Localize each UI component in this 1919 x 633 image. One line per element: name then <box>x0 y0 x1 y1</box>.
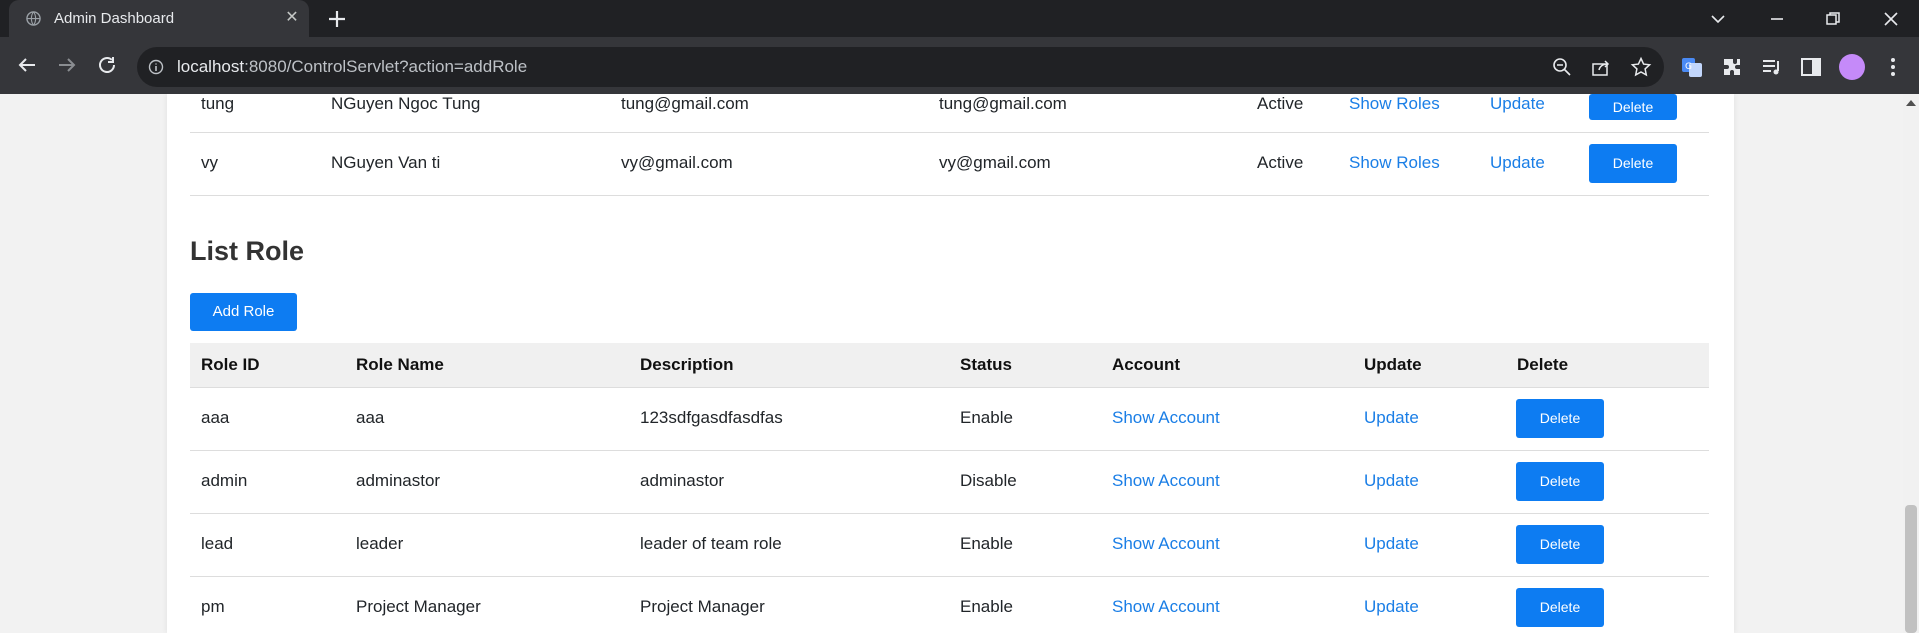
role-table-header: Role ID Role Name Description Status Acc… <box>190 343 1709 388</box>
forward-icon[interactable] <box>53 51 81 79</box>
role-status: Enable <box>960 597 1013 616</box>
update-link[interactable]: Update <box>1364 408 1419 428</box>
delete-button[interactable]: Delete <box>1516 525 1604 564</box>
star-icon[interactable] <box>1630 56 1652 78</box>
role-name: Project Manager <box>356 597 481 616</box>
menu-icon[interactable] <box>1881 55 1905 79</box>
tab-strip: Admin Dashboard ✕ <box>0 0 1919 37</box>
extensions-icon[interactable] <box>1720 55 1744 79</box>
account-email: tung@gmail.com <box>621 94 749 113</box>
show-roles-link[interactable]: Show Roles <box>1349 153 1440 173</box>
svg-text:G: G <box>1685 62 1692 72</box>
account-email-2: vy@gmail.com <box>939 153 1051 172</box>
role-description: 123sdfgasdfasdfas <box>640 408 783 427</box>
zoom-out-icon[interactable] <box>1551 56 1573 78</box>
update-link[interactable]: Update <box>1364 471 1419 491</box>
add-role-button[interactable]: Add Role <box>190 293 297 331</box>
role-status: Disable <box>960 471 1017 490</box>
table-row: vy NGuyen Van ti vy@gmail.com vy@gmail.c… <box>190 132 1709 196</box>
account-email: vy@gmail.com <box>621 153 733 172</box>
role-status: Enable <box>960 534 1013 553</box>
scroll-up-arrow-icon[interactable] <box>1906 100 1916 106</box>
delete-button[interactable]: Delete <box>1516 462 1604 501</box>
reload-icon[interactable] <box>93 51 121 79</box>
info-icon[interactable] <box>148 59 164 75</box>
show-account-link[interactable]: Show Account <box>1112 471 1220 491</box>
update-link[interactable]: Update <box>1490 94 1545 114</box>
close-icon[interactable]: ✕ <box>282 8 302 28</box>
table-row: aaa aaa 123sdfgasdfasdfas Enable Show Ac… <box>190 388 1709 451</box>
restore-icon[interactable] <box>1822 8 1844 30</box>
account-id: tung <box>201 94 235 113</box>
url-host: localhost <box>177 57 245 76</box>
media-icon[interactable] <box>1760 55 1784 79</box>
account-id: vy <box>201 153 218 172</box>
role-id: lead <box>201 534 234 553</box>
scrollbar-thumb[interactable] <box>1905 505 1917 633</box>
role-description: adminastor <box>640 471 725 490</box>
show-account-link[interactable]: Show Account <box>1112 534 1220 554</box>
role-description: Project Manager <box>640 597 765 616</box>
delete-button[interactable]: Delete <box>1589 94 1677 120</box>
table-row: lead leader leader of team role Enable S… <box>190 514 1709 577</box>
role-name: adminastor <box>356 471 441 490</box>
url-path: :8080/ControlServlet?action=addRole <box>244 57 528 76</box>
url-text[interactable]: localhost:8080/ControlServlet?action=add… <box>177 57 527 77</box>
share-icon[interactable] <box>1590 56 1612 78</box>
role-status: Enable <box>960 408 1013 427</box>
delete-button[interactable]: Delete <box>1516 399 1604 438</box>
column-header-update: Update <box>1364 355 1422 374</box>
show-account-link[interactable]: Show Account <box>1112 408 1220 428</box>
update-link[interactable]: Update <box>1364 597 1419 617</box>
chevron-down-icon[interactable] <box>1707 8 1729 30</box>
role-name: aaa <box>356 408 385 427</box>
role-description: leader of team role <box>640 534 782 553</box>
column-header-role-id: Role ID <box>201 355 260 374</box>
table-row: admin adminastor adminastor Disable Show… <box>190 451 1709 514</box>
column-header-status: Status <box>960 355 1012 374</box>
tab-admin-dashboard[interactable]: Admin Dashboard ✕ <box>9 0 309 37</box>
update-link[interactable]: Update <box>1364 534 1419 554</box>
column-header-account: Account <box>1112 355 1180 374</box>
column-header-delete: Delete <box>1517 355 1569 374</box>
back-icon[interactable] <box>13 51 41 79</box>
show-roles-link[interactable]: Show Roles <box>1349 94 1440 114</box>
account-status: Active <box>1257 153 1304 172</box>
column-header-description: Description <box>640 355 734 374</box>
minimize-icon[interactable] <box>1766 8 1788 30</box>
translate-icon[interactable]: G <box>1680 55 1704 79</box>
account-status: Active <box>1257 94 1304 113</box>
update-link[interactable]: Update <box>1490 153 1545 173</box>
column-header-role-name: Role Name <box>356 355 444 374</box>
table-row: pm Project Manager Project Manager Enabl… <box>190 577 1709 633</box>
tab-title: Admin Dashboard <box>54 10 175 27</box>
show-account-link[interactable]: Show Account <box>1112 597 1220 617</box>
role-id: admin <box>201 471 248 490</box>
account-name: NGuyen Van ti <box>331 153 441 172</box>
role-id: aaa <box>201 408 230 427</box>
account-email-2: tung@gmail.com <box>939 94 1067 113</box>
role-id: pm <box>201 597 225 616</box>
section-heading-list-role: List Role <box>190 236 305 266</box>
side-panel-icon[interactable] <box>1799 55 1823 79</box>
delete-button[interactable]: Delete <box>1589 144 1677 183</box>
table-row: tung NGuyen Ngoc Tung tung@gmail.com tun… <box>190 94 1709 133</box>
delete-button[interactable]: Delete <box>1516 588 1604 627</box>
plus-icon[interactable] <box>325 7 349 31</box>
account-name: NGuyen Ngoc Tung <box>331 94 481 113</box>
globe-icon <box>26 11 41 26</box>
profile-avatar[interactable] <box>1839 54 1865 80</box>
role-name: leader <box>356 534 404 553</box>
close-window-icon[interactable] <box>1880 8 1902 30</box>
